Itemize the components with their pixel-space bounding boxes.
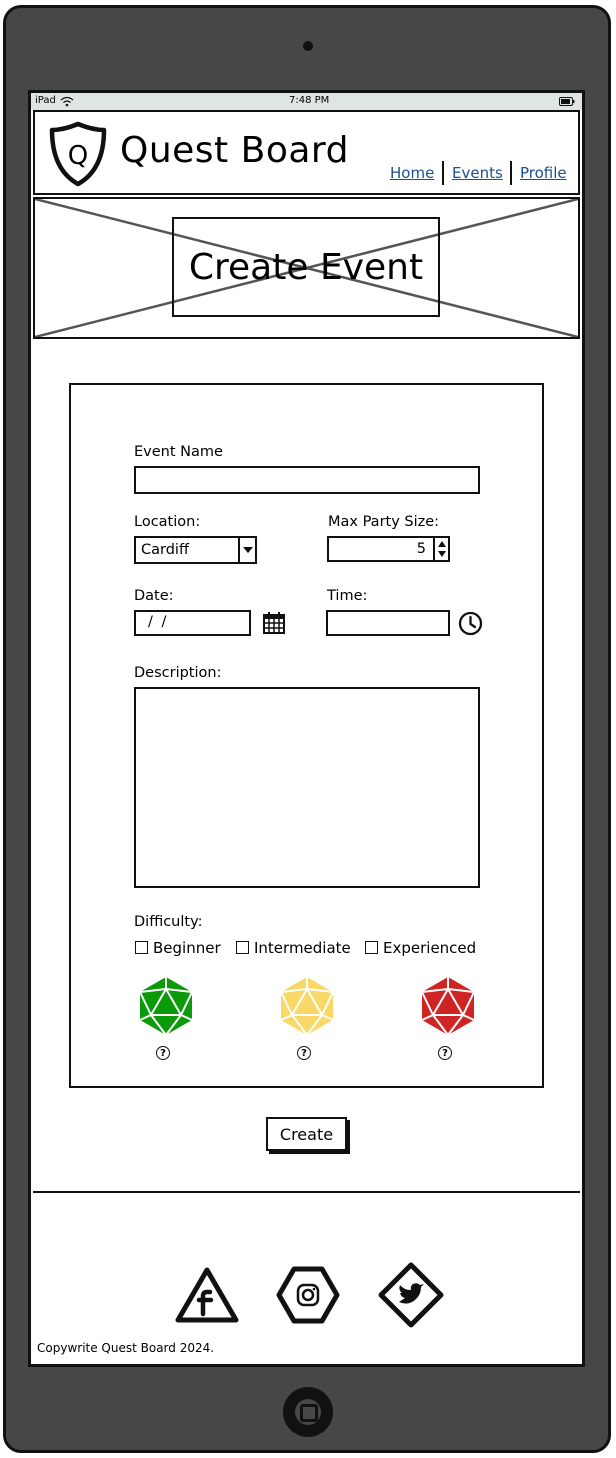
nav-link-home[interactable]: Home	[390, 164, 434, 182]
party-size-label: Max Party Size:	[328, 514, 440, 530]
logo-letter: Q	[68, 141, 88, 171]
location-label: Location:	[134, 514, 201, 530]
event-name-input[interactable]	[134, 466, 480, 494]
create-button[interactable]: Create	[266, 1117, 347, 1151]
d20-dice-beginner-icon	[139, 977, 193, 1036]
event-name-label: Event Name	[134, 444, 223, 460]
date-input[interactable]: / /	[134, 610, 251, 636]
party-size-value: 5	[416, 541, 426, 557]
battery-icon	[559, 97, 575, 106]
experienced-help-icon[interactable]: ?	[438, 1046, 452, 1060]
shield-logo-icon[interactable]: Q	[46, 120, 110, 188]
clock-icon[interactable]	[458, 611, 483, 636]
beginner-checkbox[interactable]	[135, 941, 148, 954]
status-time: 7:48 PM	[289, 95, 330, 106]
instagram-icon[interactable]	[276, 1266, 340, 1324]
stepper-divider	[433, 538, 435, 560]
time-input[interactable]	[326, 610, 450, 636]
nav-divider	[442, 161, 444, 185]
nav-divider	[510, 161, 512, 185]
description-textarea[interactable]	[134, 687, 480, 888]
intermediate-label: Intermediate	[254, 939, 351, 957]
camera-dot	[303, 41, 313, 51]
location-select[interactable]: Cardiff	[134, 536, 257, 564]
nav-link-profile[interactable]: Profile	[520, 164, 567, 182]
facebook-icon[interactable]	[174, 1266, 240, 1324]
experienced-label: Experienced	[383, 939, 477, 957]
page-title-box: Create Event	[172, 217, 440, 317]
wifi-icon	[60, 96, 74, 107]
stepper-arrows-icon[interactable]	[437, 540, 447, 558]
select-divider	[238, 538, 240, 562]
beginner-help-icon[interactable]: ?	[156, 1046, 170, 1060]
d20-dice-intermediate-icon	[280, 977, 334, 1036]
time-label: Time:	[327, 588, 368, 604]
footer-divider	[33, 1191, 580, 1193]
page-title: Create Event	[188, 246, 424, 288]
difficulty-option-experienced[interactable]: Experienced	[365, 939, 476, 957]
copyright-text: Copywrite Quest Board 2024.	[37, 1341, 215, 1355]
difficulty-option-intermediate[interactable]: Intermediate	[236, 939, 351, 957]
chevron-down-icon	[243, 547, 253, 553]
intermediate-help-icon[interactable]: ?	[297, 1046, 311, 1060]
date-value: / /	[148, 614, 169, 630]
intermediate-checkbox[interactable]	[236, 941, 249, 954]
nav-link-events[interactable]: Events	[452, 164, 503, 182]
experienced-checkbox[interactable]	[365, 941, 378, 954]
description-label: Description:	[134, 665, 222, 681]
twitter-icon[interactable]	[378, 1262, 444, 1328]
party-size-stepper[interactable]: 5	[327, 536, 450, 562]
d20-dice-experienced-icon	[421, 977, 475, 1036]
home-button-square	[300, 1404, 318, 1422]
calendar-icon[interactable]	[263, 612, 285, 634]
status-bar: iPad 7:48 PM	[31, 93, 582, 110]
beginner-label: Beginner	[153, 939, 221, 957]
difficulty-label: Difficulty:	[134, 914, 203, 930]
date-label: Date:	[134, 588, 174, 604]
location-value: Cardiff	[141, 542, 189, 558]
difficulty-option-beginner[interactable]: Beginner	[135, 939, 221, 957]
device-label: iPad	[35, 95, 56, 106]
brand-title: Quest Board	[120, 130, 349, 171]
